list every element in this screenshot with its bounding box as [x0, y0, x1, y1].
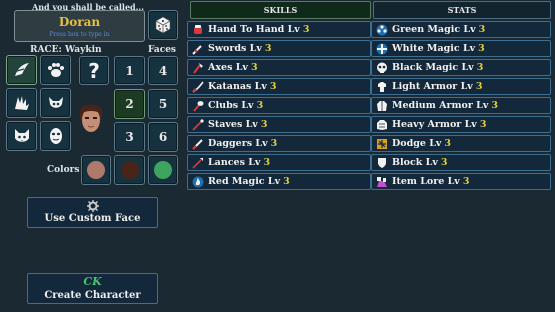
tab-stats[interactable]: STATS [373, 1, 551, 19]
stat-row-dodge[interactable]: Dodge Lv 3 [371, 135, 551, 152]
create-logo-icon: CK [83, 275, 102, 288]
race-button-beast[interactable] [40, 55, 71, 85]
horned-mask-icon [48, 97, 63, 108]
paw-icon [47, 63, 64, 77]
face-button-1[interactable]: 1 [114, 56, 145, 85]
shield-icon [374, 156, 389, 169]
color-button-skin[interactable] [81, 155, 111, 185]
axe-icon [190, 61, 205, 74]
eye-color-swatch [154, 161, 172, 179]
stat-row-heavy-armor[interactable]: Heavy Armor Lv 3 [371, 116, 551, 133]
stat-row-light-armor[interactable]: Light Armor Lv 3 [371, 78, 551, 95]
stat-row-medium-armor[interactable]: Medium Armor Lv 3 [371, 97, 551, 114]
custom-face-label: Use Custom Face [44, 213, 141, 224]
wing-icon [14, 96, 29, 110]
waykin-race-icon [14, 63, 29, 76]
light-armor-icon [374, 80, 389, 93]
skill-row-hand-to-hand[interactable]: Hand To Hand Lv 3 [187, 21, 371, 38]
color-button-eyes[interactable] [148, 155, 178, 185]
create-character-button[interactable]: CK Create Character [27, 273, 158, 304]
potion-icon [374, 175, 389, 188]
question-mark-icon: ? [88, 58, 100, 83]
dagger-icon [190, 137, 205, 150]
face-button-5[interactable]: 5 [148, 89, 178, 119]
faces-label: Faces [148, 45, 177, 55]
skill-row-daggers[interactable]: Daggers Lv 3 [187, 135, 371, 152]
stats-list: Green Magic Lv 3 White Magic Lv 3 Black Ma… [371, 21, 551, 190]
white-magic-icon [374, 42, 389, 55]
skill-row-axes[interactable]: Axes Lv 3 [187, 59, 371, 76]
gear-icon [86, 200, 99, 212]
red-magic-icon [190, 175, 205, 188]
face-button-2[interactable]: 2 [114, 89, 145, 119]
portrait-face-icon [80, 104, 102, 132]
skill-row-red-magic[interactable]: Red Magic Lv 3 [187, 173, 371, 190]
black-magic-icon [374, 61, 389, 74]
katana-icon [190, 80, 205, 93]
lance-icon [190, 156, 205, 169]
hair-color-swatch [120, 161, 139, 179]
skill-row-clubs[interactable]: Clubs Lv 3 [187, 97, 371, 114]
face-button-4[interactable]: 4 [148, 56, 178, 85]
random-face-button[interactable]: ? [79, 56, 109, 85]
color-button-hair[interactable] [114, 155, 145, 185]
face-button-3[interactable]: 3 [114, 122, 145, 152]
race-button-feline[interactable] [6, 121, 37, 151]
race-button-masked[interactable] [40, 121, 71, 151]
use-custom-face-button[interactable]: Use Custom Face [27, 197, 158, 228]
race-button-waykin[interactable] [6, 55, 37, 85]
character-portrait [76, 98, 106, 138]
skill-row-katanas[interactable]: Katanas Lv 3 [187, 78, 371, 95]
race-label: RACE: Waykin [30, 45, 102, 55]
green-magic-icon [374, 23, 389, 36]
stat-row-item-lore[interactable]: Item Lore Lv 3 [371, 173, 551, 190]
heavy-armor-icon [374, 118, 389, 131]
skill-row-swords[interactable]: Swords Lv 3 [187, 40, 371, 57]
stat-row-block[interactable]: Block Lv 3 [371, 154, 551, 171]
create-character-label: Create Character [44, 290, 141, 301]
skill-row-lances[interactable]: Lances Lv 3 [187, 154, 371, 171]
staff-icon [190, 118, 205, 131]
race-button-horned[interactable] [40, 88, 71, 118]
randomize-dice-button[interactable] [148, 10, 178, 40]
skin-color-swatch [87, 161, 105, 179]
medium-armor-icon [374, 99, 389, 112]
mask-icon [49, 128, 62, 144]
tab-skills[interactable]: SKILLS [190, 1, 371, 19]
stat-row-black-magic[interactable]: Black Magic Lv 3 [371, 59, 551, 76]
name-hint: Press box to type in [49, 31, 110, 38]
stat-row-white-magic[interactable]: White Magic Lv 3 [371, 40, 551, 57]
name-input[interactable]: Doran Press box to type in [14, 10, 145, 42]
face-button-6[interactable]: 6 [148, 122, 178, 152]
name-value: Doran [58, 15, 101, 29]
colors-label: Colors [47, 165, 80, 175]
skills-list: Hand To Hand Lv 3 Swords Lv 3 Axes Lv 3 Kat… [187, 21, 371, 190]
dice-icon [155, 16, 171, 34]
cat-face-icon [14, 129, 29, 142]
dodge-icon [374, 137, 389, 150]
race-button-avian[interactable] [6, 88, 37, 118]
sword-icon [190, 42, 205, 55]
club-icon [190, 99, 205, 112]
skill-row-staves[interactable]: Staves Lv 3 [187, 116, 371, 133]
stat-row-green-magic[interactable]: Green Magic Lv 3 [371, 21, 551, 38]
fist-icon [190, 23, 205, 36]
